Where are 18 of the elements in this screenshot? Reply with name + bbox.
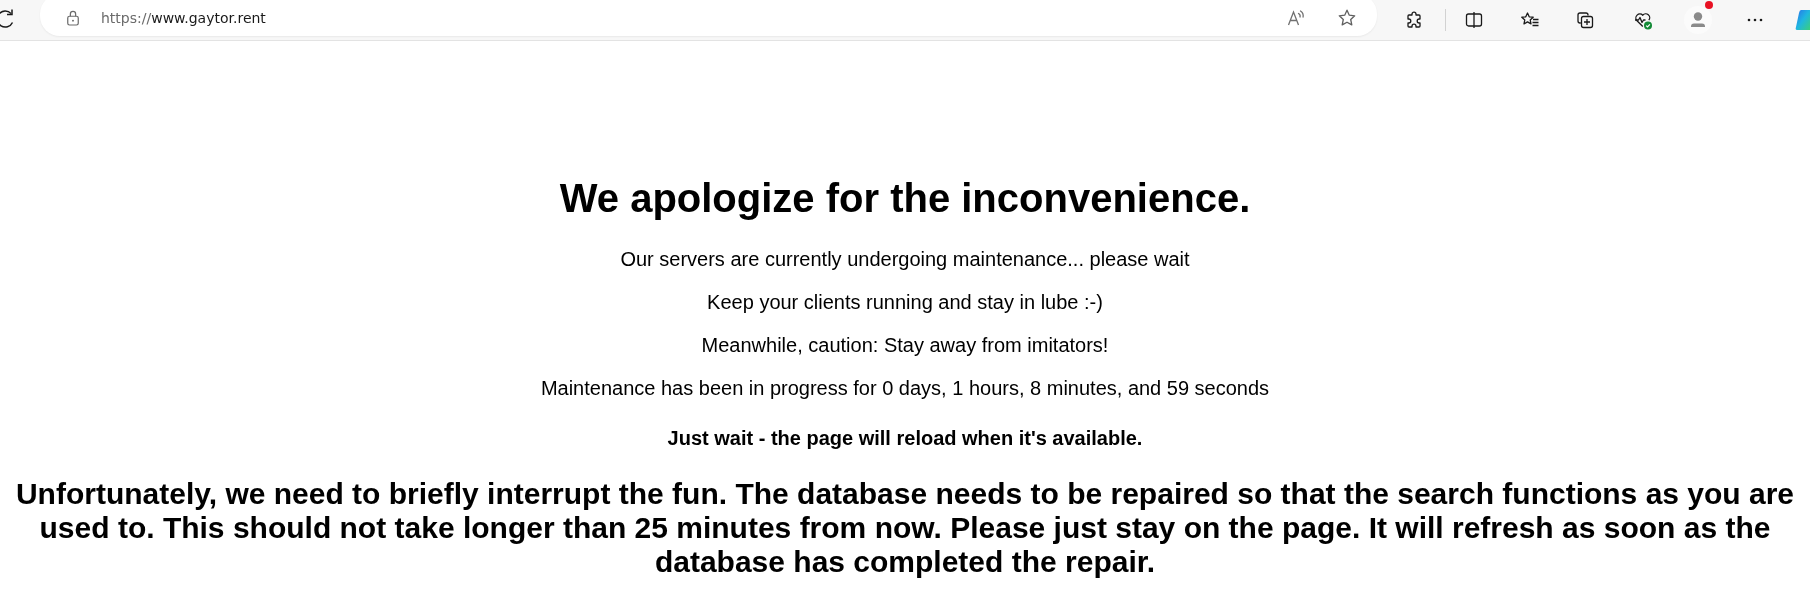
star-icon[interactable] (1337, 8, 1357, 28)
info-text: Maintenance has been in progress for 0 days, 1 hours, 8 minutes, and 59 seconds (539, 377, 1271, 400)
puzzle-icon[interactable] (1404, 10, 1424, 30)
read-aloud-icon[interactable] (1286, 8, 1306, 28)
url-text[interactable]: https://www.gaytor.rent (101, 10, 266, 26)
info-text: Keep your clients running and stay in lube :-) (706, 291, 1104, 314)
info-text: Our servers are currently undergoing maintenance... please wait (619, 248, 1191, 271)
reload-icon[interactable] (0, 8, 15, 30)
page-heading: We apologize for the inconvenience. (558, 176, 1252, 221)
lock-icon[interactable] (66, 9, 80, 27)
address-bar[interactable]: https://www.gaytor.rent (40, 0, 1377, 36)
reload-notice: Just wait - the page will reload when it's available. (666, 427, 1144, 450)
info-text: Meanwhile, caution: Stay away from imitators! (700, 334, 1110, 357)
split-screen-icon[interactable] (1464, 10, 1484, 30)
heart-pulse-icon[interactable] (1633, 10, 1653, 30)
copilot-icon[interactable] (1795, 8, 1810, 32)
maintenance-message: Unfortunately, we need to briefly interrupt the fun. The database needs to be repaired so that the search functions as you are used to. This should not take longer than 25 minutes from now. Please just stay on the page. It will refresh as soon as the database has completed the repair. (14, 477, 1796, 579)
collections-icon[interactable] (1575, 10, 1595, 30)
